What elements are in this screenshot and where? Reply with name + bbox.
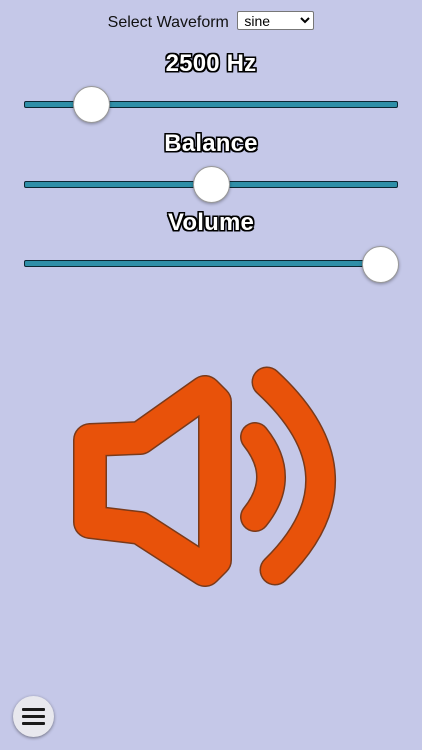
speaker-volume-icon[interactable] <box>60 355 360 595</box>
volume-slider-track[interactable] <box>24 260 398 267</box>
volume-slider-thumb[interactable] <box>362 246 399 283</box>
waveform-select[interactable]: sine <box>237 11 315 30</box>
volume-label: Volume <box>167 209 255 236</box>
balance-slider-thumb[interactable] <box>193 166 230 203</box>
frequency-slider-thumb[interactable] <box>73 86 110 123</box>
waveform-label: Select Waveform <box>107 14 229 31</box>
waveform-row: Select Waveform sine <box>0 11 422 32</box>
balance-label: Balance <box>164 130 258 157</box>
frequency-label: 2500 Hz <box>165 50 257 77</box>
menu-button[interactable] <box>13 696 54 737</box>
